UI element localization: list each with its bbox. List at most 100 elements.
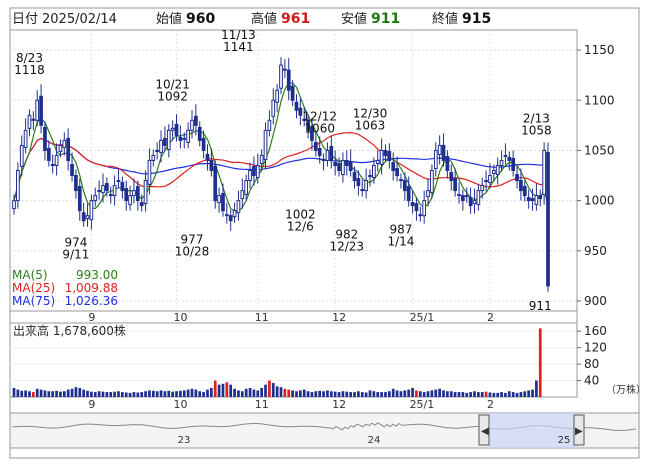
volume-bar — [97, 391, 101, 397]
candle-body — [329, 145, 334, 161]
volume-bar — [132, 392, 136, 397]
volume-bar — [368, 390, 372, 397]
candle-body — [491, 170, 496, 175]
volume-tick-label: 80 — [584, 357, 599, 371]
stock-chart-widget: 日付 2025/02/14 始値 960 高値 961 安値 911 終値 91… — [0, 0, 653, 470]
candle-body — [244, 180, 249, 196]
volume-unit: （万株） — [606, 383, 646, 396]
candle-body — [108, 194, 113, 197]
candle-body — [58, 144, 63, 152]
volume-bar — [438, 388, 442, 397]
volume-bar — [449, 391, 453, 397]
candle-body — [97, 190, 101, 193]
ma75-label: MA(75) — [12, 294, 55, 308]
candle-body — [197, 126, 202, 141]
volume-bar — [527, 390, 531, 397]
volume-bar — [295, 391, 298, 397]
candle-body — [81, 212, 86, 222]
volume-bar — [407, 389, 411, 397]
volume-bar — [62, 391, 66, 397]
candle-body — [275, 89, 279, 103]
high-label: 高値 — [251, 11, 277, 27]
annotation-price: 1058 — [521, 123, 552, 137]
volume-bar — [163, 391, 167, 397]
volume-bar — [430, 390, 434, 397]
volume-bar — [124, 392, 128, 397]
annotation-price: 1/14 — [387, 235, 414, 249]
candle-body — [116, 180, 121, 183]
volume-bar — [380, 392, 383, 397]
candle-body — [538, 195, 543, 200]
volume-bar — [287, 389, 291, 397]
month-tick-label: 9 — [88, 311, 95, 324]
volume-bar — [302, 389, 306, 397]
volume-bar — [186, 389, 190, 397]
volume-bar — [442, 390, 445, 397]
candle-body — [50, 163, 55, 166]
volume-bar — [148, 390, 151, 397]
candle-body — [54, 154, 59, 166]
volume-bar — [434, 389, 438, 397]
ma5-value: 993.00 — [76, 268, 118, 282]
candle-body — [464, 195, 469, 198]
month-tick-label: 10 — [174, 311, 188, 324]
candle-body — [16, 170, 20, 202]
month-tick-label: 25/1 — [410, 311, 435, 324]
volume-bar — [55, 390, 58, 397]
candle-body — [352, 172, 357, 182]
volume-bar — [213, 380, 217, 397]
price-tick-label: 1150 — [584, 43, 615, 57]
volume-bar — [531, 389, 534, 397]
range-navigator[interactable]: ◀ ▶ 23 24 25 — [9, 412, 640, 449]
candle-body — [89, 200, 94, 221]
navigator-tick-24: 24 — [368, 435, 381, 446]
candle-body — [23, 129, 28, 148]
candle-body — [317, 147, 322, 156]
candle-body — [93, 195, 98, 202]
volume-bar — [535, 380, 538, 397]
candle-body — [31, 118, 36, 121]
volume-bar — [326, 390, 329, 397]
candle-body — [221, 193, 225, 212]
close-label: 終値 — [432, 11, 458, 27]
candle-body — [236, 200, 241, 214]
volume-label: 出来高 1,678,600株 — [13, 323, 126, 338]
candle-body — [35, 99, 40, 121]
candle-body — [313, 141, 318, 151]
candle-body — [228, 215, 233, 222]
volume-bar — [496, 392, 500, 397]
candle-body — [178, 136, 183, 141]
candle-body — [159, 139, 163, 153]
volume-bar — [167, 390, 171, 397]
candle-body — [248, 170, 252, 182]
volume-bar — [47, 391, 51, 397]
month-tick-label: 9 — [88, 398, 95, 411]
candle-body — [457, 194, 461, 197]
candle-body — [468, 197, 473, 207]
candle-body — [422, 200, 427, 217]
navigator-tick-23: 23 — [178, 435, 191, 446]
high-value: 961 — [281, 11, 310, 27]
volume-bar — [306, 391, 310, 397]
month-tick-label: 2 — [487, 398, 494, 411]
candle-body — [430, 170, 434, 194]
volume-bar — [399, 391, 403, 397]
volume-bar — [16, 389, 20, 397]
candle-body — [120, 182, 125, 192]
volume-bar — [360, 392, 364, 397]
candle-body — [205, 153, 210, 161]
volume-bar — [341, 391, 345, 397]
volume-bar — [233, 388, 236, 397]
candle-body — [488, 175, 492, 184]
volume-bar — [82, 389, 86, 397]
volume-bar — [198, 391, 202, 397]
volume-bar — [155, 391, 159, 397]
annotation-price: 12/23 — [329, 240, 364, 254]
candle-body — [151, 154, 156, 161]
candle-body — [546, 151, 550, 287]
candle-body — [522, 186, 527, 197]
volume-bar — [384, 392, 387, 397]
candle-body — [19, 144, 24, 167]
candle-body — [232, 210, 237, 218]
volume-bar — [66, 389, 70, 397]
